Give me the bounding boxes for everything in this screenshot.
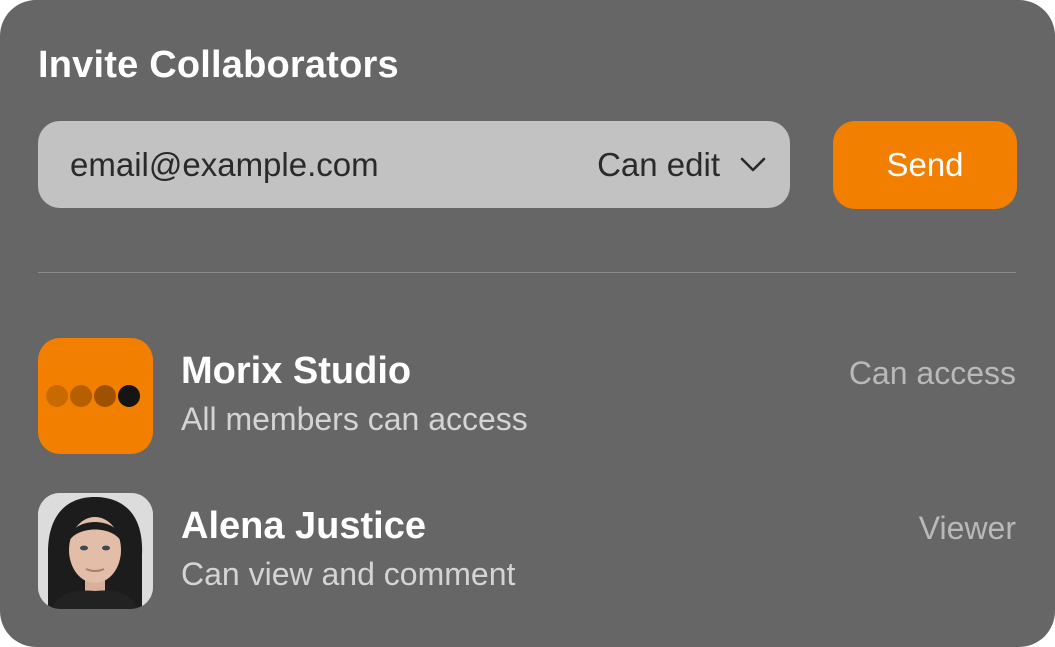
dialog-title: Invite Collaborators [38, 44, 399, 86]
four-dots-logo-icon [46, 385, 140, 407]
member-role[interactable]: Viewer [919, 510, 1016, 547]
member-description: Can view and comment [181, 556, 516, 592]
member-row[interactable]: Morix Studio All members can access Can … [38, 338, 1016, 454]
member-row[interactable]: Alena Justice Can view and comment Viewe… [38, 493, 1016, 609]
permission-dropdown[interactable]: Can edit [597, 146, 766, 184]
org-logo-avatar [38, 338, 153, 454]
invite-collaborators-dialog: Invite Collaborators Can edit Send Morix… [0, 0, 1055, 647]
send-button[interactable]: Send [833, 121, 1017, 209]
member-name: Morix Studio [181, 350, 412, 392]
chevron-down-icon [740, 157, 766, 171]
member-role[interactable]: Can access [849, 355, 1016, 392]
permission-label: Can edit [597, 145, 720, 183]
member-description: All members can access [181, 401, 528, 437]
avatar [38, 493, 153, 609]
email-input[interactable] [70, 145, 598, 184]
person-photo-icon [38, 493, 153, 609]
member-name: Alena Justice [181, 505, 426, 547]
invite-field: Can edit [38, 121, 790, 208]
divider [38, 272, 1016, 273]
